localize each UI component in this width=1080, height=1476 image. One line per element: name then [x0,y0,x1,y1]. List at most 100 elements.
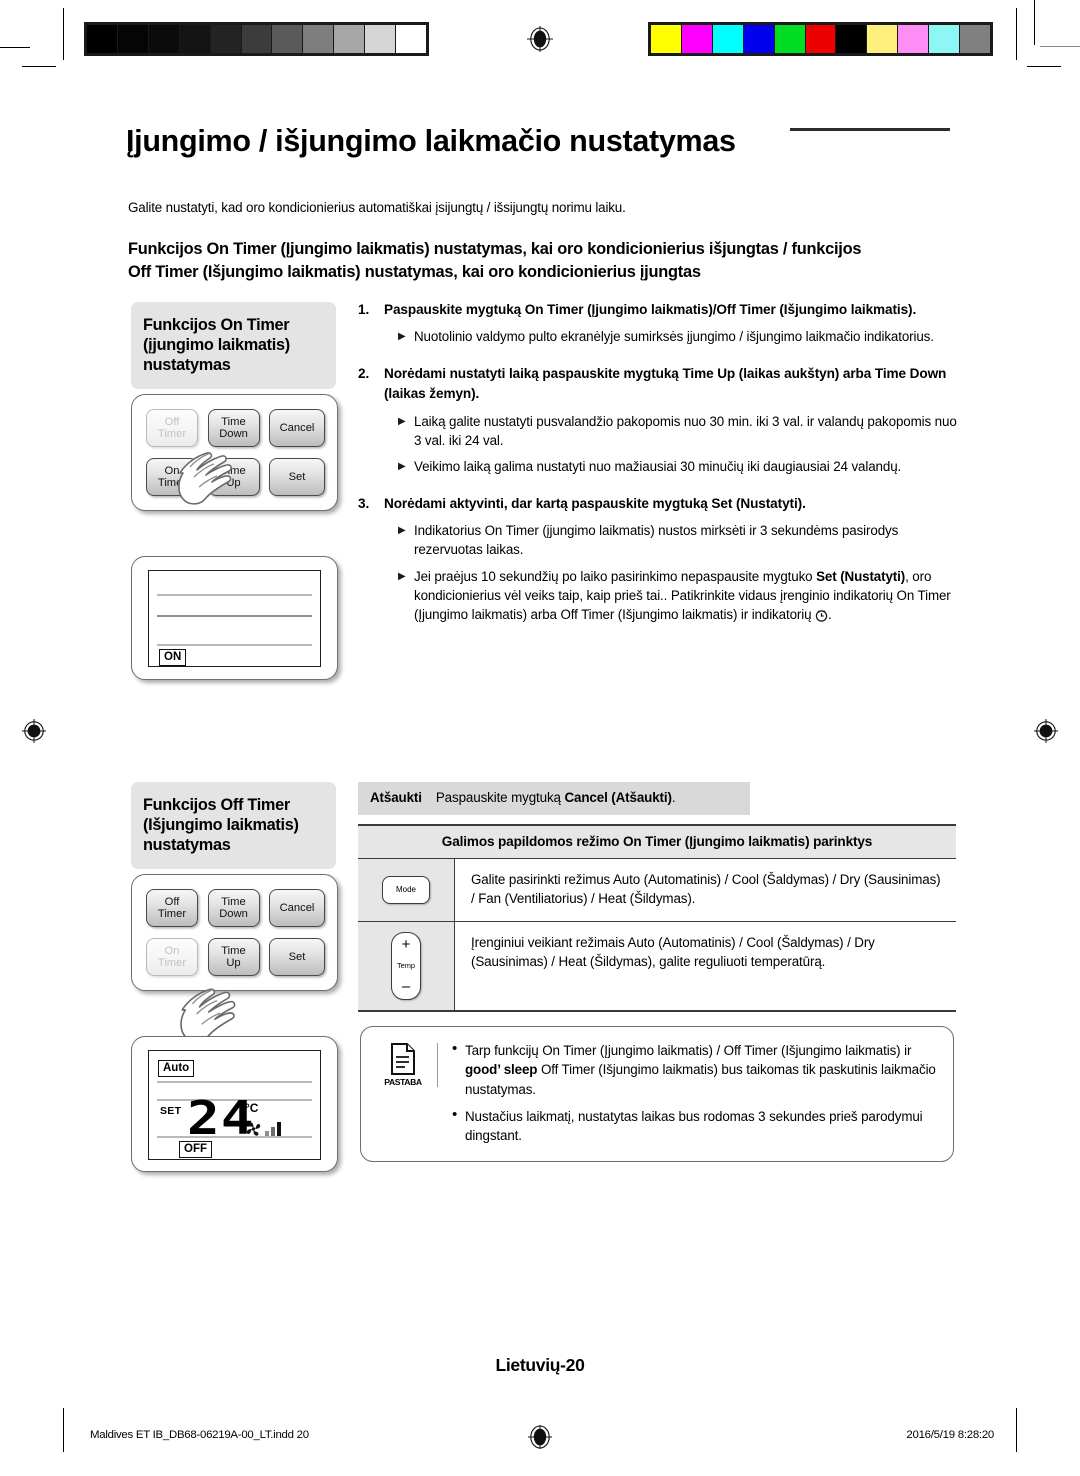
bullet-text: Jei praėjus 10 sekundžių po laiko pasiri… [414,568,951,623]
footer-rule-right [1016,1408,1017,1452]
grayscale-swatch-1 [117,25,149,53]
key-label-line-1: Cancel [279,421,315,434]
remote-key-time-up[interactable]: Time Up [207,458,260,496]
remote-key-time-up[interactable]: Time Up [207,938,260,976]
key-label-line-1: On [164,944,180,957]
step-text: Norėdami nustatyti laiką paspauskite myg… [384,365,947,402]
key-label-line-2: Timer [157,477,187,489]
grayscale-swatch-9 [365,25,397,53]
key-label-line-1: Time [221,895,246,908]
key-label-line-1: Set [288,470,306,483]
step-bullets: ▶ Nuotolinio valdymo pulto ekranėlyje sum… [398,327,958,347]
remote-key-time-down[interactable]: Time Down [207,889,260,927]
footer-filename: Maldives ET IB_DB68-06219A-00_LT.indd 20 [90,1429,309,1441]
cancel-instruction-row: Atšaukti Paspauskite mygtuką Cancel (Atš… [358,782,750,816]
keypad-row: Off Timer Time Down Cancel [146,409,325,447]
key-label-line-1: Time [221,415,246,428]
remote-key-cancel[interactable]: Cancel [269,409,325,447]
instruction-step: 1. Paspauskite mygtuką On Timer (Įjungimo… [358,300,958,347]
remote-key-off-timer[interactable]: Off Timer [146,409,198,447]
triangle-bullet-icon: ▶ [398,570,406,582]
remote-key-off-timer[interactable]: Off Timer [146,889,198,927]
note-items: • Tarp funkcijų On Timer (Įjungimo laikma… [444,1041,937,1145]
grayscale-swatch-0 [87,25,118,53]
crop-mark-top-left-horizontal-2 [22,66,56,67]
lcd-screen-on: ON [148,570,321,667]
options-table-header: Galimos papildomos režimo On Timer (Įjun… [358,826,956,859]
bullet-text: Laiką galite nustatyti pusvalandžio pako… [414,413,957,448]
grayscale-swatch-5 [241,25,273,53]
crop-mark-top-left-horizontal [0,47,30,48]
color-swatch-3 [743,25,775,53]
color-swatch-7 [867,25,899,53]
remote-key-cancel[interactable]: Cancel [269,889,325,927]
lcd-tag-on: ON [159,649,187,667]
grayscale-swatch-8 [334,25,366,53]
registration-mark-footer [527,1424,553,1450]
remote-key-set[interactable]: Set [269,458,325,496]
subheading-line-1: Funkcijos On Timer (Įjungimo laikmatis) … [128,240,862,258]
temp-button-icon: + Temp – [391,931,421,1000]
key-label-line-2: Timer [157,908,187,920]
remote-key-on-timer[interactable]: On Timer [146,458,198,496]
footer-timestamp: 2016/5/19 8:28:20 [906,1429,994,1441]
table-cell-text: Galite pasirinkti režimus Auto (Automati… [471,872,941,907]
note-text: Nustačius laikmatį, nustatytas laikas bu… [465,1108,923,1144]
instruction-step: 2. Norėdami nustatyti laiką paspauskite m… [358,364,958,477]
table-cell-icon: Mode [358,859,455,921]
bullet-text: Nuotolinio valdymo pulto ekranėlyje sumi… [414,329,934,345]
remote-display-off-timer: Auto SET 24 °C OFF [131,1036,338,1172]
bullet-item: ▶ Veikimo laiką galima nustatyti nuo maži… [398,457,958,477]
crop-mark-top-right-vertical-2 [1034,0,1035,45]
table-cell-text: Įrenginiui veikiant režimais Auto (Autom… [471,934,875,970]
key-label-line-1: Time [221,944,246,957]
key-label-line-2: Timer [157,428,187,440]
triangle-bullet-icon: ▶ [398,461,406,473]
grayscale-swatch-7 [303,25,335,53]
grayscale-swatch-10 [396,25,426,53]
title-rule [790,128,950,131]
crop-mark-top-right-horizontal [1040,46,1080,47]
bullet-text: Veikimo laiką galima nustatyti nuo mažia… [414,459,902,475]
cancel-label: Atšaukti [370,790,422,805]
remote-key-set[interactable]: Set [269,938,325,976]
step-heading: 1. Paspauskite mygtuką On Timer (Įjungimo… [358,300,958,320]
key-label-line-1: Off [164,895,180,908]
remote-key-on-timer[interactable]: On Timer [146,938,198,976]
keypad-row: Off Timer Time Down Cancel [146,889,325,927]
note-icon-group: PASTABA [375,1043,438,1087]
crop-mark-top-right-vertical [1016,8,1017,60]
dot-bullet-icon: • [452,1105,458,1123]
color-swatch-2 [712,25,744,53]
temp-minus-label: – [401,977,411,995]
key-label-line-1: Time [221,464,246,477]
remote-display-on-timer: ON [131,556,338,680]
page-title: Įjungimo / išjungimo laikmačio nustatyma… [126,124,736,158]
sidebar-label-on-timer: Funkcijos On Timer (įjungimo laikmatis) … [131,302,336,390]
color-swatch-10 [960,25,990,53]
step-number: 1. [358,302,370,317]
key-label-line-2: Timer [157,957,187,969]
color-swatch-5 [805,25,837,53]
lcd-tag-off: OFF [179,1141,212,1159]
grayscale-swatch-6 [272,25,304,53]
crop-mark-top-left-vertical [63,8,64,60]
triangle-bullet-icon: ▶ [398,525,406,537]
registration-mark-top [527,26,553,52]
grayscale-swatch-3 [179,25,211,53]
color-swatch-1 [681,25,713,53]
triangle-bullet-icon: ▶ [398,415,406,427]
color-swatch-0 [651,25,682,53]
grayscale-swatch-2 [148,25,180,53]
key-label-line-2: Down [219,428,248,440]
step-text: Norėdami aktyvinti, dar kartą paspauskit… [384,495,806,511]
key-label-line-2: Down [219,908,248,920]
page-number: Lietuvių-20 [495,1355,585,1375]
cancel-text: Paspauskite mygtuką Cancel (Atšaukti). [435,790,676,805]
remote-key-time-down[interactable]: Time Down [207,409,260,447]
step-number: 2. [358,365,370,381]
color-swatch-6 [836,25,868,53]
temp-plus-label: + [401,935,411,953]
step-heading: 3. Norėdami aktyvinti, dar kartą paspausk… [358,494,958,514]
note-box: PASTABA • Tarp funkcijų On Timer (Įjungim… [360,1026,954,1163]
